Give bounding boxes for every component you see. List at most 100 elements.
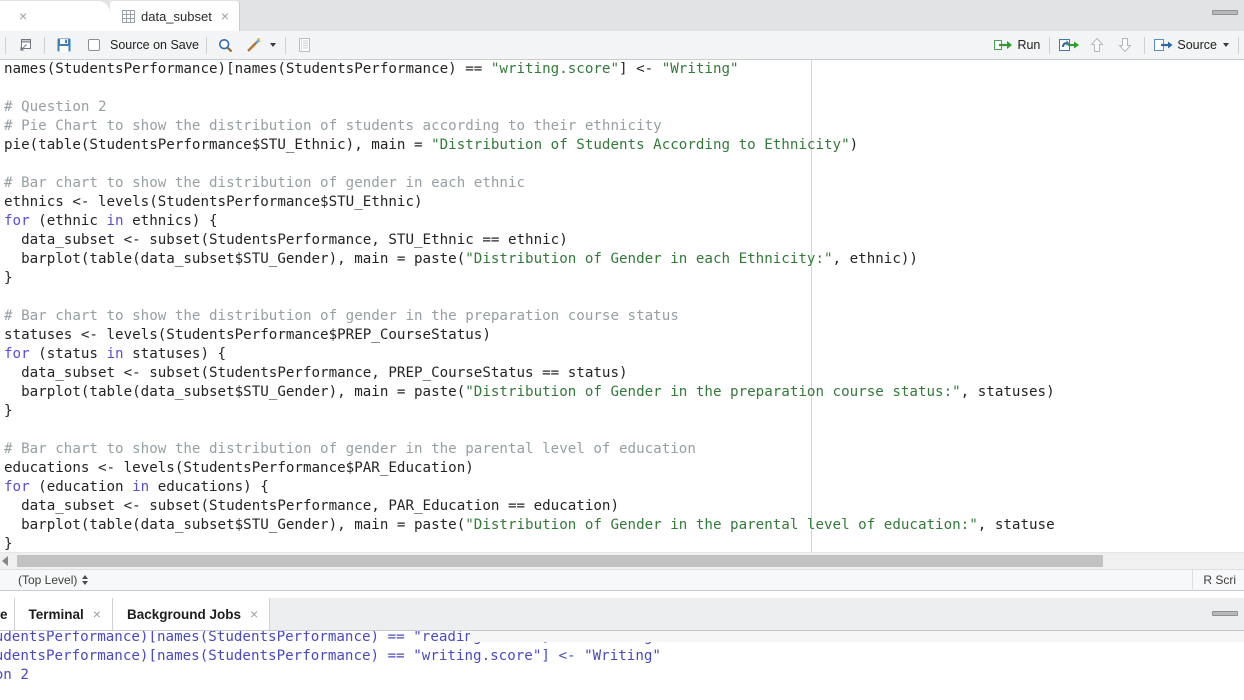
code-line: barplot(table(data_subset$STU_Gender), m… <box>4 383 1055 402</box>
code-token: barplot(table(data_subset$STU_Gender), m… <box>4 384 466 400</box>
code-token: # Bar chart to show the distribution of … <box>4 175 526 191</box>
code-line: # Question 2 <box>4 98 1055 117</box>
minimize-source-pane-button[interactable] <box>1212 7 1238 19</box>
scroll-left-arrow-icon[interactable] <box>2 556 8 566</box>
source-tab-data-subset-label: data_subset <box>141 8 212 24</box>
console-tab-terminal[interactable]: Terminal × <box>14 598 113 630</box>
code-token: } <box>4 403 13 419</box>
show-in-new-window-button[interactable] <box>13 33 37 57</box>
run-button[interactable]: Run <box>990 33 1044 57</box>
code-token: "Distribution of Gender in the parental … <box>465 517 978 533</box>
code-line: data_subset <- subset(StudentsPerformanc… <box>4 231 1055 250</box>
console-tab-filler <box>270 598 1244 630</box>
code-token: ) <box>849 137 859 153</box>
checkbox-box <box>87 39 100 51</box>
next-chunk-button[interactable] <box>1113 33 1137 57</box>
grid-data-icon <box>122 9 135 23</box>
source-button[interactable]: Source <box>1150 33 1221 57</box>
source-tab-bar: × data_subset × <box>0 0 1244 31</box>
code-token: for <box>4 346 30 362</box>
console-top-overlay <box>470 631 1244 642</box>
code-line: names(StudentsPerformance)[names(Student… <box>4 60 1055 79</box>
code-editor[interactable]: names(StudentsPerformance)[names(Student… <box>0 60 1244 552</box>
editor-horizontal-scrollbar[interactable] <box>0 552 1244 569</box>
rerun-button[interactable] <box>1057 33 1081 57</box>
code-line: ethnics <- levels(StudentsPerformance$ST… <box>4 193 1055 212</box>
code-token: barplot(table(data_subset$STU_Gender), m… <box>4 517 466 533</box>
chevron-down-icon[interactable] <box>269 43 276 47</box>
code-token: data_subset <- subset(StudentsPerformanc… <box>4 498 619 514</box>
run-arrow-icon <box>994 40 1013 50</box>
minimize-console-pane-button[interactable] <box>1212 608 1238 619</box>
code-line: } <box>4 535 1055 552</box>
code-token: statuses <- levels(StudentsPerformance$P… <box>4 327 491 343</box>
code-token: in <box>106 346 124 362</box>
toolbar-divider <box>44 36 45 54</box>
code-tools-button[interactable] <box>242 33 266 57</box>
console-tab-background-jobs[interactable]: Background Jobs × <box>112 598 271 630</box>
scrollbar-thumb[interactable] <box>17 555 1103 567</box>
code-token: ethnics <- levels(StudentsPerformance$ST… <box>4 194 423 210</box>
source-tab-data-subset[interactable]: data_subset × <box>110 1 241 31</box>
code-token: names(StudentsPerformance)[names(Student… <box>4 61 491 77</box>
rstudio-window: × data_subset × Source on Save Run Sourc… <box>0 0 1244 700</box>
code-token: } <box>4 536 13 552</box>
code-token: ] <- <box>619 61 662 77</box>
code-token: barplot(table(data_subset$STU_Gender), m… <box>4 251 466 267</box>
code-token: for <box>4 479 30 495</box>
code-line: data_subset <- subset(StudentsPerformanc… <box>4 364 1055 383</box>
code-line: } <box>4 269 1055 288</box>
rerun-icon <box>1058 39 1079 51</box>
code-token: , ethnic)) <box>832 251 918 267</box>
code-token: , statuse <box>977 517 1055 533</box>
code-token: for <box>4 213 30 229</box>
console-tab-console[interactable]: e <box>0 598 15 630</box>
source-on-save-label[interactable]: Source on Save <box>106 38 201 52</box>
code-line: statuses <- levels(StudentsPerformance$P… <box>4 326 1055 345</box>
code-line: # Bar chart to show the distribution of … <box>4 307 1055 326</box>
code-token: } <box>4 270 13 286</box>
code-token: # Bar chart to show the distribution of … <box>4 441 696 457</box>
console-tab-background-jobs-label: Background Jobs <box>126 606 241 622</box>
code-line: for (ethnic in ethnics) { <box>4 212 1055 231</box>
close-icon[interactable]: × <box>220 9 230 23</box>
code-text[interactable]: names(StudentsPerformance)[names(Student… <box>4 60 1055 552</box>
up-down-stepper-icon <box>82 575 89 585</box>
arrow-up-icon <box>1090 37 1105 52</box>
code-tools-wand-icon <box>247 37 262 52</box>
code-scope-label: (Top Level) <box>18 573 78 587</box>
code-line: educations <- levels(StudentsPerformance… <box>4 459 1055 478</box>
source-on-save-checkbox[interactable] <box>80 33 104 57</box>
console-tab-console-label: e <box>0 606 8 622</box>
console-pane-tab-bar: e Terminal × Background Jobs × <box>0 598 1244 631</box>
save-button[interactable] <box>52 33 76 57</box>
file-type-label[interactable]: R Scri <box>1193 573 1244 587</box>
show-in-new-window-icon <box>19 38 31 51</box>
close-icon[interactable]: × <box>92 607 102 621</box>
code-line: # Bar chart to show the distribution of … <box>4 174 1055 193</box>
chevron-down-icon[interactable] <box>1223 43 1229 47</box>
code-line: # Bar chart to show the distribution of … <box>4 440 1055 459</box>
code-token: educations <- levels(StudentsPerformance… <box>4 460 474 476</box>
close-icon[interactable]: × <box>249 607 259 621</box>
code-token: (education <box>29 479 133 495</box>
code-token: statuses) { <box>123 346 227 362</box>
toolbar-divider <box>5 36 6 54</box>
close-icon[interactable]: × <box>18 9 28 23</box>
toolbar-divider <box>205 36 207 54</box>
code-scope-selector[interactable]: (Top Level) <box>0 573 89 587</box>
code-token: , statuses) <box>960 384 1055 400</box>
code-line: barplot(table(data_subset$STU_Gender), m… <box>4 516 1055 535</box>
code-token: # Pie Chart to show the distribution of … <box>4 118 662 134</box>
code-line: for (status in statuses) { <box>4 345 1055 364</box>
code-token: in <box>132 479 150 495</box>
arrow-down-icon <box>1118 38 1133 53</box>
code-token: data_subset <- subset(StudentsPerformanc… <box>4 232 568 248</box>
compile-report-button[interactable] <box>293 33 317 57</box>
source-tab-untitled[interactable]: × <box>0 1 110 31</box>
code-token: educations) { <box>149 479 269 495</box>
find-replace-button[interactable] <box>214 33 238 57</box>
console-line: es(StudentsPerformance)[names(StudentsPe… <box>0 648 661 664</box>
previous-chunk-button[interactable] <box>1085 33 1109 57</box>
